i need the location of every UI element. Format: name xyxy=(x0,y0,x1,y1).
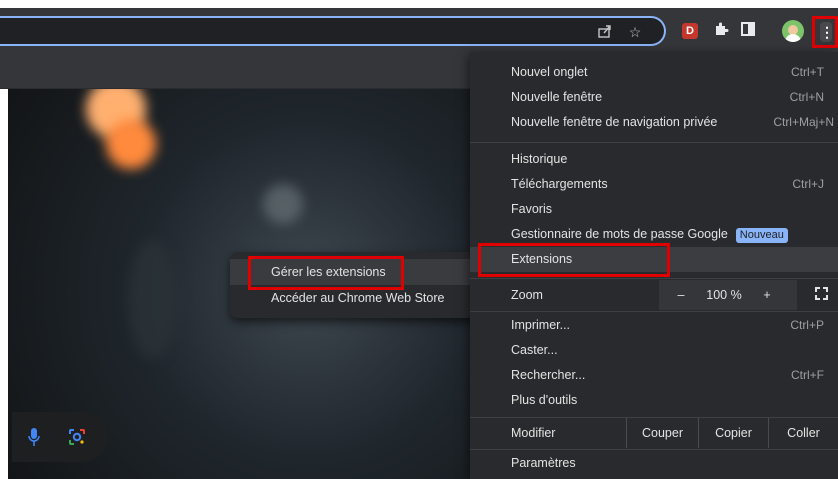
menu-item-label: Téléchargements xyxy=(511,177,608,191)
menu-item-find[interactable]: Rechercher... Ctrl+F xyxy=(470,363,838,388)
search-box[interactable] xyxy=(12,412,107,462)
menu-item-history[interactable]: Historique xyxy=(470,147,838,172)
menu-item-shortcut: Ctrl+N xyxy=(789,90,824,104)
address-bar[interactable]: ☆ xyxy=(0,16,666,46)
more-menu-icon: ⋮ xyxy=(820,22,834,42)
extension-red-icon[interactable]: D xyxy=(682,23,698,39)
highlight-box-extensions xyxy=(478,243,670,277)
menu-item-new-tab[interactable]: Nouvel onglet Ctrl+T xyxy=(470,60,838,85)
cut-button[interactable]: Couper xyxy=(626,418,698,448)
submenu-item-label: Accéder au Chrome Web Store xyxy=(271,291,445,305)
menu-item-bookmarks[interactable]: Favoris xyxy=(470,197,838,222)
zoom-label: Zoom xyxy=(511,288,543,302)
menu-item-label: Paramètres xyxy=(511,456,576,470)
menu-item-label: Plus d'outils xyxy=(511,393,578,407)
share-icon[interactable] xyxy=(596,23,614,41)
menu-item-downloads[interactable]: Téléchargements Ctrl+J xyxy=(470,172,838,197)
menu-separator xyxy=(470,311,838,312)
menu-item-label: Historique xyxy=(511,152,568,166)
profile-avatar[interactable] xyxy=(782,20,804,42)
menu-separator xyxy=(470,278,838,279)
microphone-icon[interactable] xyxy=(28,428,40,446)
menu-item-label: Imprimer... xyxy=(511,318,571,332)
menu-item-shortcut: Ctrl+J xyxy=(792,177,824,191)
zoom-in-button[interactable]: + xyxy=(753,280,781,305)
menu-item-more-tools[interactable]: Plus d'outils xyxy=(470,388,838,413)
menu-item-shortcut: Ctrl+Maj+N xyxy=(773,115,834,129)
new-badge: Nouveau xyxy=(735,228,788,243)
menu-item-label: Nouvelle fenêtre de navigation privée xyxy=(511,115,718,129)
menu-item-settings[interactable]: Paramètres xyxy=(470,451,838,476)
puzzle-icon[interactable] xyxy=(711,21,731,41)
fullscreen-icon[interactable] xyxy=(815,287,828,300)
menu-item-zoom: Zoom – 100 % + xyxy=(470,280,838,310)
menu-item-incognito-window[interactable]: Nouvelle fenêtre de navigation privée Ct… xyxy=(470,110,838,135)
highlight-box-manage-extensions xyxy=(248,256,404,290)
menu-item-shortcut: Ctrl+P xyxy=(790,318,824,332)
menu-separator xyxy=(470,449,838,450)
menu-separator xyxy=(470,142,838,143)
edit-label: Modifier xyxy=(511,426,556,440)
bookmark-star-icon[interactable]: ☆ xyxy=(626,23,644,41)
menu-item-edit: Modifier Couper Copier Coller xyxy=(470,418,838,448)
bokeh-shape xyxy=(128,239,178,359)
menu-item-label: Caster... xyxy=(511,343,558,357)
zoom-level: 100 % xyxy=(706,288,742,302)
more-menu-button[interactable]: ⋮ xyxy=(812,16,838,48)
menu-item-new-window[interactable]: Nouvelle fenêtre Ctrl+N xyxy=(470,85,838,110)
menu-item-cast[interactable]: Caster... xyxy=(470,338,838,363)
menu-item-label: Nouvelle fenêtre xyxy=(511,90,603,104)
avatar-body xyxy=(785,34,801,42)
menu-item-label: Nouvel onglet xyxy=(511,65,588,79)
google-lens-icon[interactable] xyxy=(68,428,86,446)
bokeh-light xyxy=(106,119,156,169)
password-manager-label: Gestionnaire de mots de passe Google xyxy=(511,227,728,241)
menu-item-print[interactable]: Imprimer... Ctrl+P xyxy=(470,313,838,338)
zoom-controls: – 100 % + xyxy=(659,280,797,310)
menu-item-shortcut: Ctrl+F xyxy=(791,368,824,382)
left-strip xyxy=(0,89,8,479)
paste-button[interactable]: Coller xyxy=(768,418,838,448)
copy-button[interactable]: Copier xyxy=(698,418,768,448)
zoom-out-button[interactable]: – xyxy=(667,280,695,305)
side-panel-icon[interactable] xyxy=(738,21,758,41)
menu-item-label: Rechercher... xyxy=(511,368,586,382)
menu-item-label: Favoris xyxy=(511,202,552,216)
bokeh-light xyxy=(263,184,303,224)
menu-item-shortcut: Ctrl+T xyxy=(791,65,824,79)
top-strip xyxy=(0,0,838,8)
